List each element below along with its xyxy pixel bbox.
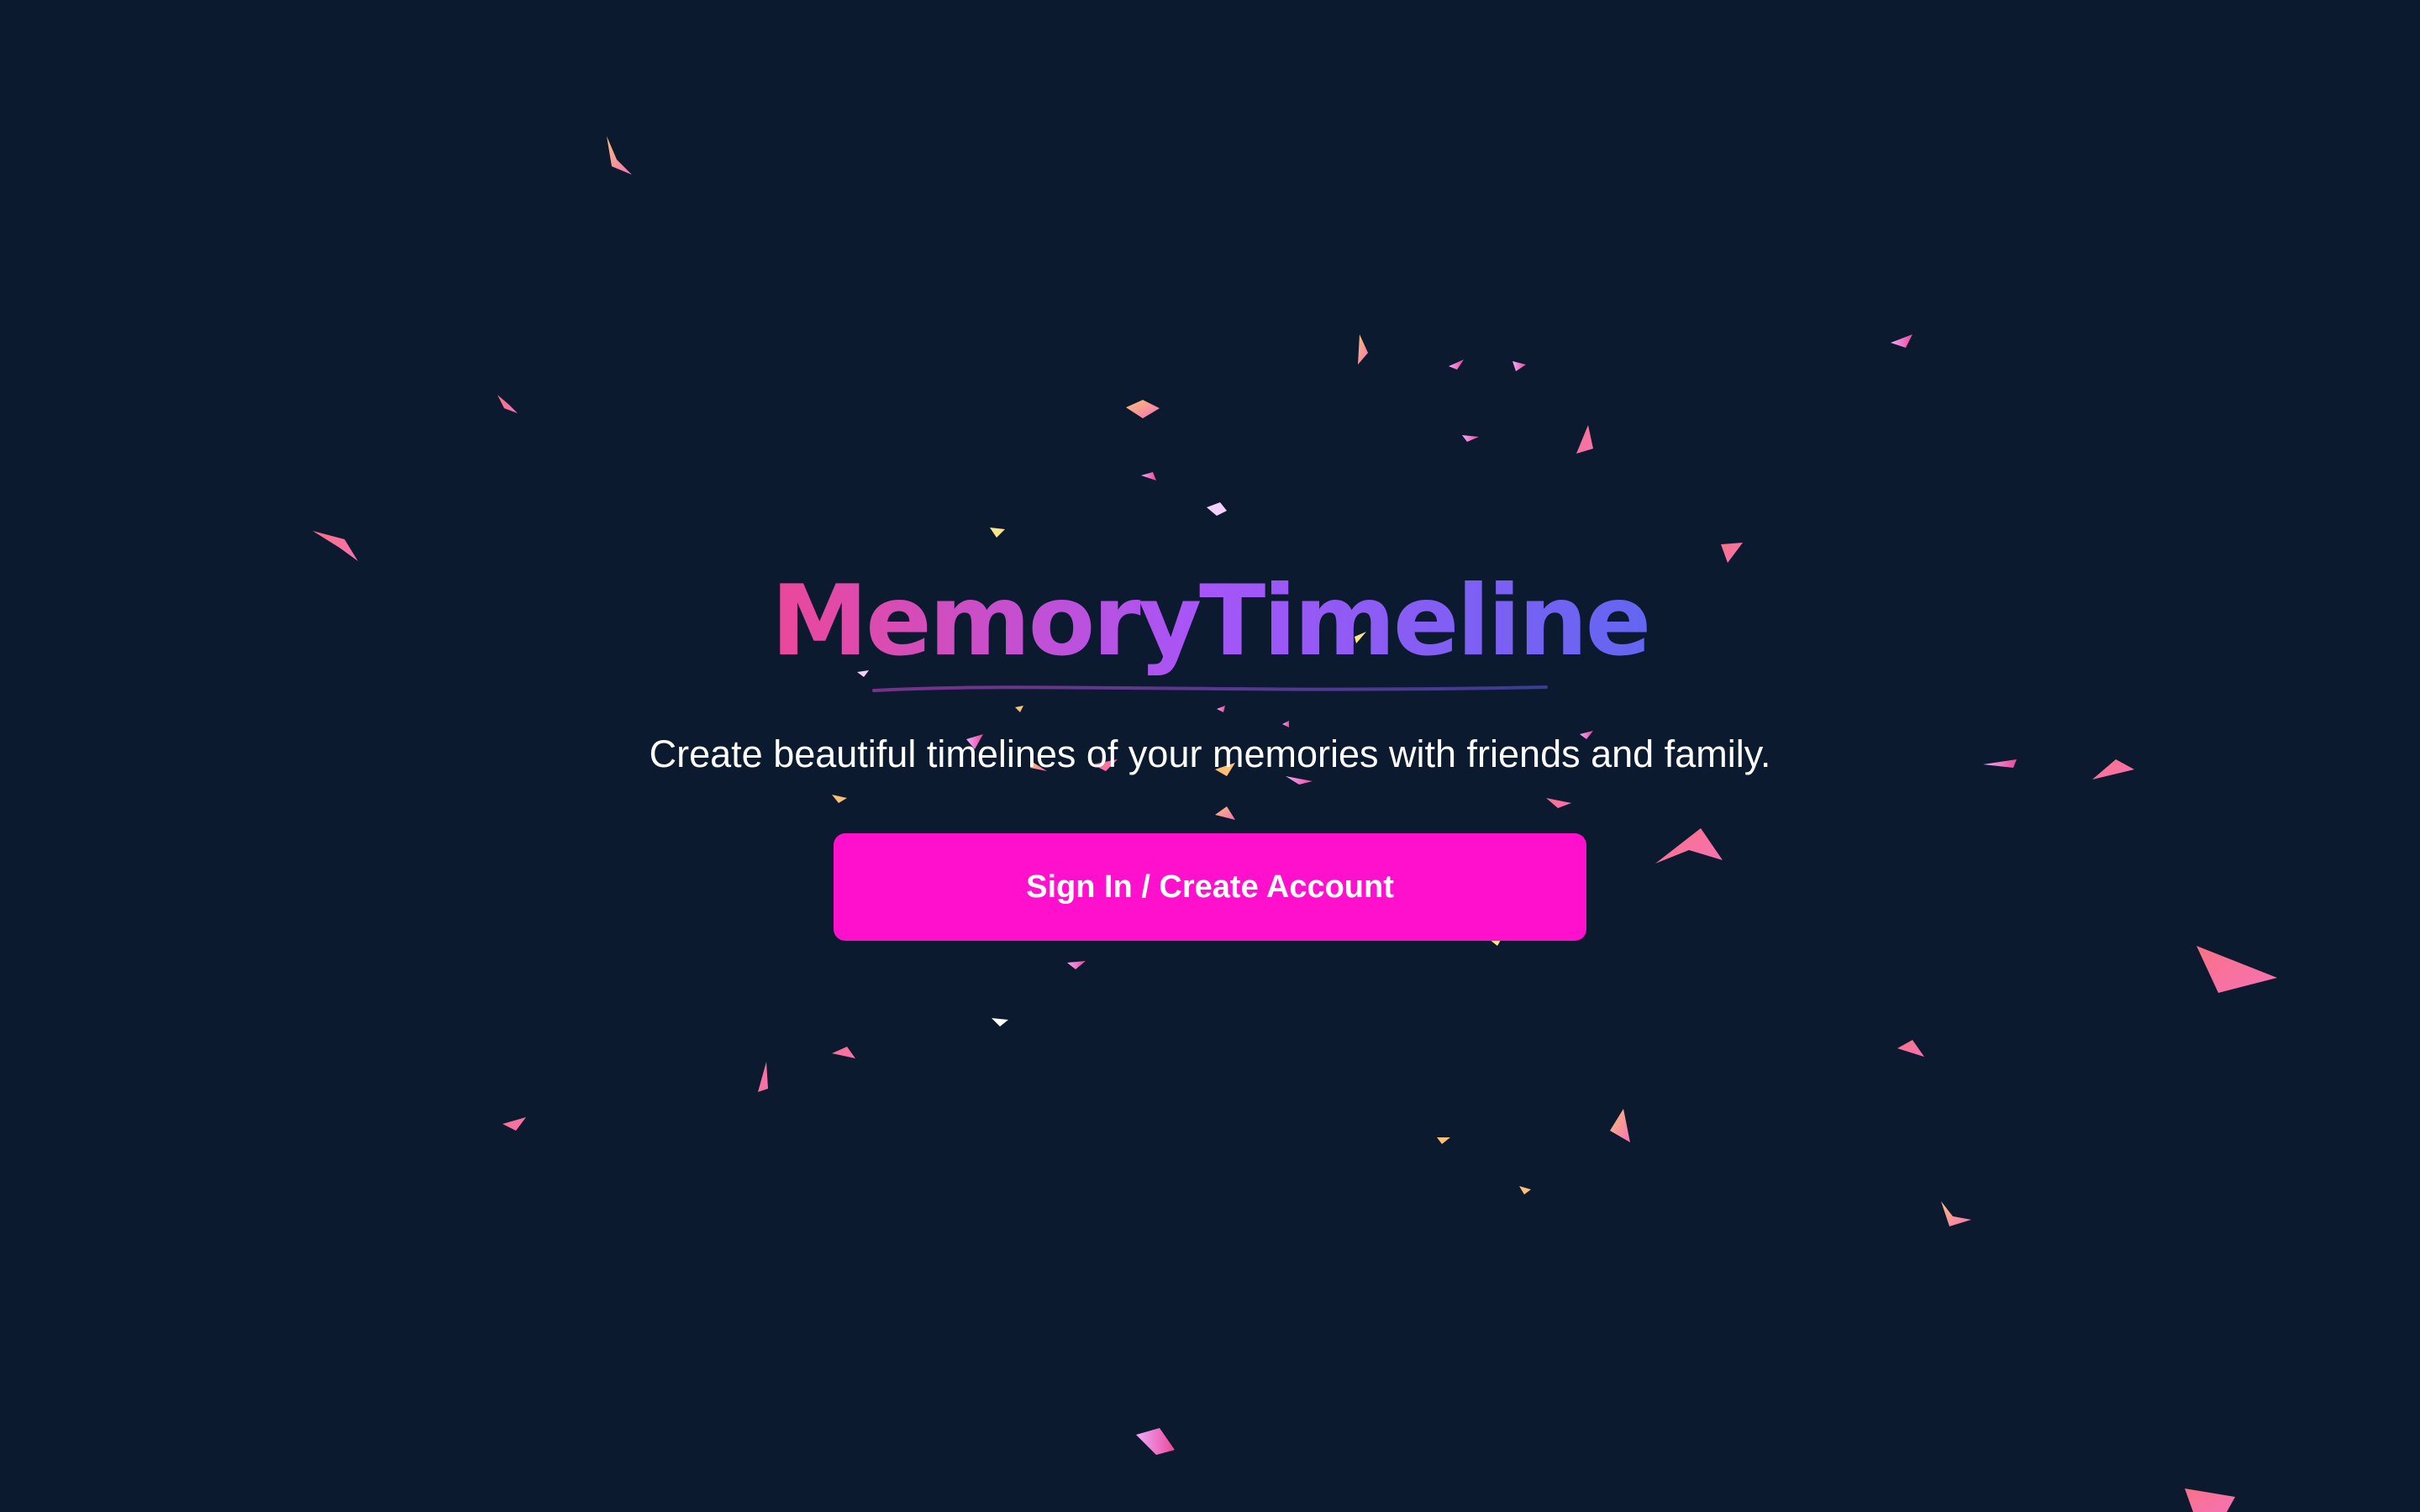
title-underline — [872, 685, 1548, 692]
confetti-pieces — [313, 136, 2277, 1512]
landing-page: MemoryTimeline Create beautiful timeline… — [0, 0, 2420, 1512]
hero-subtitle: Create beautiful timelines of your memor… — [649, 732, 1771, 775]
app-title: MemoryTimeline — [771, 563, 1652, 680]
hero-section: MemoryTimeline Create beautiful timeline… — [0, 563, 2420, 941]
sign-in-create-account-button[interactable]: Sign In / Create Account — [834, 833, 1586, 941]
